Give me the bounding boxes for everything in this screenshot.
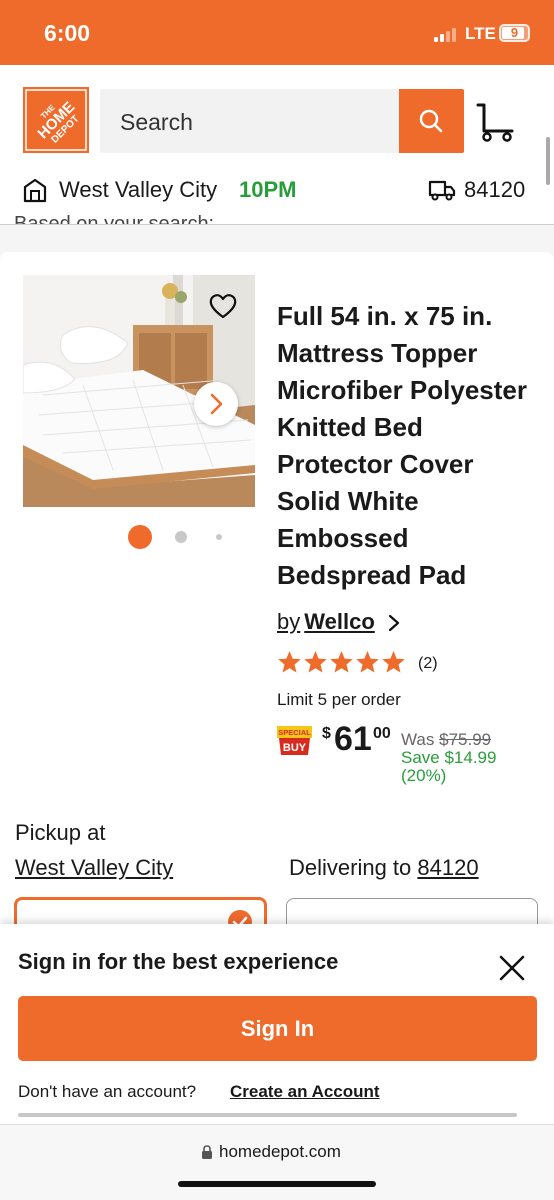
- special-buy-badge: SPECIAL BUY: [277, 726, 312, 756]
- browser-address-bar[interactable]: homedepot.com: [0, 1124, 554, 1200]
- chevron-right-icon: [388, 614, 400, 632]
- svg-text:SPECIAL: SPECIAL: [278, 728, 311, 737]
- heart-icon: [209, 294, 237, 319]
- create-account-link[interactable]: Create an Account: [230, 1082, 380, 1102]
- cart-button[interactable]: [474, 101, 518, 143]
- favorite-button[interactable]: [208, 292, 238, 320]
- price-cents: 00: [373, 725, 391, 742]
- delivering-zip-link[interactable]: 84120: [417, 855, 478, 880]
- truck-icon: [428, 180, 456, 201]
- cellular-signal-icon: [434, 26, 460, 42]
- network-type: LTE: [465, 24, 496, 43]
- price-dollars: 61: [334, 720, 372, 758]
- search-input[interactable]: Search: [100, 89, 400, 153]
- status-time: 6:00: [44, 20, 91, 46]
- carousel-dot[interactable]: [175, 531, 187, 543]
- chevron-right-icon: [210, 393, 223, 415]
- star-icon: [382, 651, 405, 673]
- no-account-text: Don't have an account?: [18, 1082, 197, 1101]
- pickup-label: Pickup at: [15, 820, 106, 845]
- savings-percent: (20%): [401, 766, 447, 785]
- sheet-title: Sign in for the best experience: [18, 949, 339, 974]
- product-title: Full 54 in. x 75 in. Mattress Topper Mic…: [277, 301, 527, 590]
- delivering-label: Delivering to: [289, 855, 412, 880]
- close-icon: [499, 955, 525, 981]
- was-amount: $75.99: [439, 730, 492, 749]
- delivering-to: Delivering to 84120: [289, 855, 479, 881]
- battery-icon: 9: [499, 24, 530, 42]
- star-icon: [304, 651, 327, 673]
- page-scrollbar[interactable]: [546, 137, 550, 185]
- was-label: Was: [401, 730, 435, 749]
- carousel-dot-active[interactable]: [128, 525, 152, 549]
- store-name[interactable]: West Valley City: [59, 177, 217, 203]
- next-image-button[interactable]: [194, 382, 238, 426]
- url-text[interactable]: homedepot.com: [219, 1142, 341, 1162]
- brand-prefix: by: [277, 609, 301, 634]
- review-count[interactable]: (2): [418, 655, 438, 673]
- close-button[interactable]: [497, 953, 527, 983]
- sheet-scrollbar[interactable]: [18, 1113, 517, 1117]
- savings-amount: Save $14.99: [401, 748, 497, 767]
- search-placeholder: Search: [120, 109, 193, 135]
- was-price: Was $75.99: [401, 730, 491, 750]
- carousel-dot[interactable]: [216, 534, 222, 540]
- header-divider: [0, 224, 554, 225]
- brand-link[interactable]: by Wellco: [277, 609, 400, 635]
- store-hours: 10PM: [239, 177, 297, 202]
- store-icon: [23, 178, 47, 203]
- star-icon: [330, 651, 353, 673]
- purchase-limit: Limit 5 per order: [277, 690, 401, 709]
- star-icon: [278, 651, 301, 673]
- cart-icon: [476, 103, 514, 142]
- store-info-row[interactable]: West Valley City 10PM 84120: [0, 165, 554, 215]
- delivery-zip[interactable]: 84120: [464, 177, 525, 203]
- brand-name[interactable]: Wellco: [304, 609, 375, 634]
- home-indicator[interactable]: [178, 1181, 376, 1187]
- lock-icon: [202, 1145, 212, 1159]
- sign-in-sheet: Sign in for the best experience Sign In …: [0, 924, 554, 1124]
- pickup-store-link[interactable]: West Valley City: [15, 855, 173, 881]
- svg-text:BUY: BUY: [283, 742, 307, 754]
- search-icon: [419, 109, 443, 133]
- site-header: THE HOME DEPOT Search West Valley City 1…: [0, 65, 554, 225]
- price-symbol: $: [322, 725, 331, 742]
- battery-level: 9: [510, 25, 519, 40]
- home-depot-logo[interactable]: THE HOME DEPOT: [23, 87, 89, 153]
- search-button[interactable]: [399, 89, 464, 153]
- star-icon: [356, 651, 379, 673]
- status-bar: 6:00 LTE 9: [0, 0, 554, 65]
- sign-in-button[interactable]: Sign In: [18, 996, 537, 1061]
